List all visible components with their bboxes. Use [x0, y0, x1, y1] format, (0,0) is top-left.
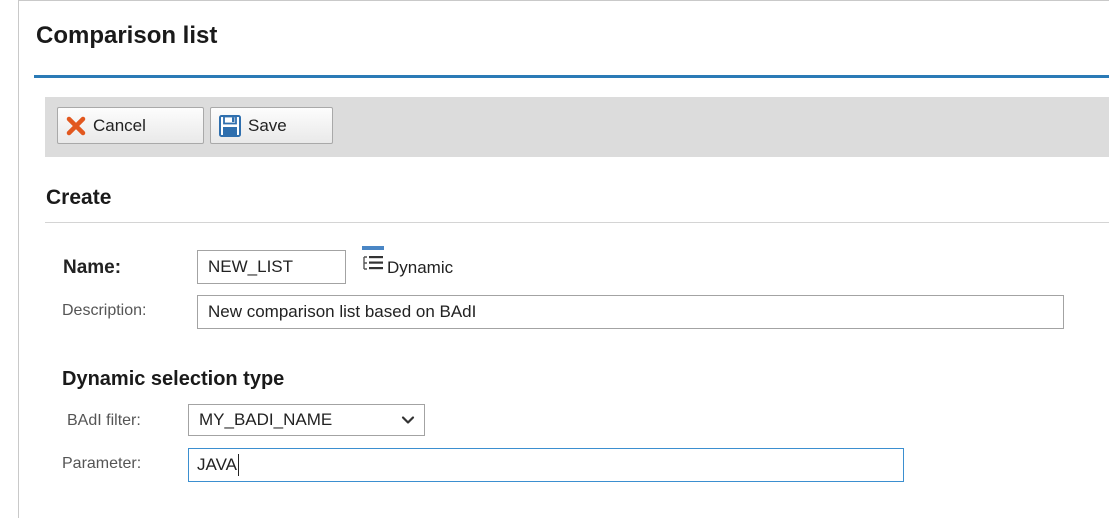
page-title: Comparison list: [36, 22, 218, 49]
dynamic-link-label: Dynamic: [387, 258, 454, 277]
badi-filter-select[interactable]: MY_BADI_NAME: [188, 404, 425, 436]
badi-filter-value: MY_BADI_NAME: [199, 410, 333, 429]
parameter-label: Parameter:: [62, 455, 142, 472]
name-field[interactable]: [197, 250, 346, 284]
description-label: Description:: [62, 302, 147, 319]
dynamic-link[interactable]: Dynamic: [361, 244, 453, 278]
selection-type-title: Dynamic selection type: [62, 368, 285, 390]
toolbar: Cancel Save: [45, 97, 1109, 157]
section-divider: [45, 222, 1109, 223]
save-button[interactable]: Save: [210, 107, 333, 144]
name-label: Name:: [63, 257, 122, 278]
list-icon: [362, 246, 384, 270]
text-cursor: [238, 454, 239, 476]
cancel-button[interactable]: Cancel: [57, 107, 204, 144]
section-title: Create: [46, 186, 112, 209]
title-underline: [34, 75, 1109, 78]
cancel-button-label: Cancel: [93, 115, 146, 135]
parameter-value: JAVA: [197, 455, 237, 474]
floppy-disk-icon: [219, 114, 241, 137]
chevron-down-icon: [401, 416, 415, 424]
description-field[interactable]: [197, 295, 1064, 329]
badi-filter-label: BAdI filter:: [67, 412, 141, 429]
close-x-icon: [66, 116, 86, 135]
save-button-label: Save: [248, 115, 287, 135]
parameter-field[interactable]: JAVA: [188, 448, 904, 482]
